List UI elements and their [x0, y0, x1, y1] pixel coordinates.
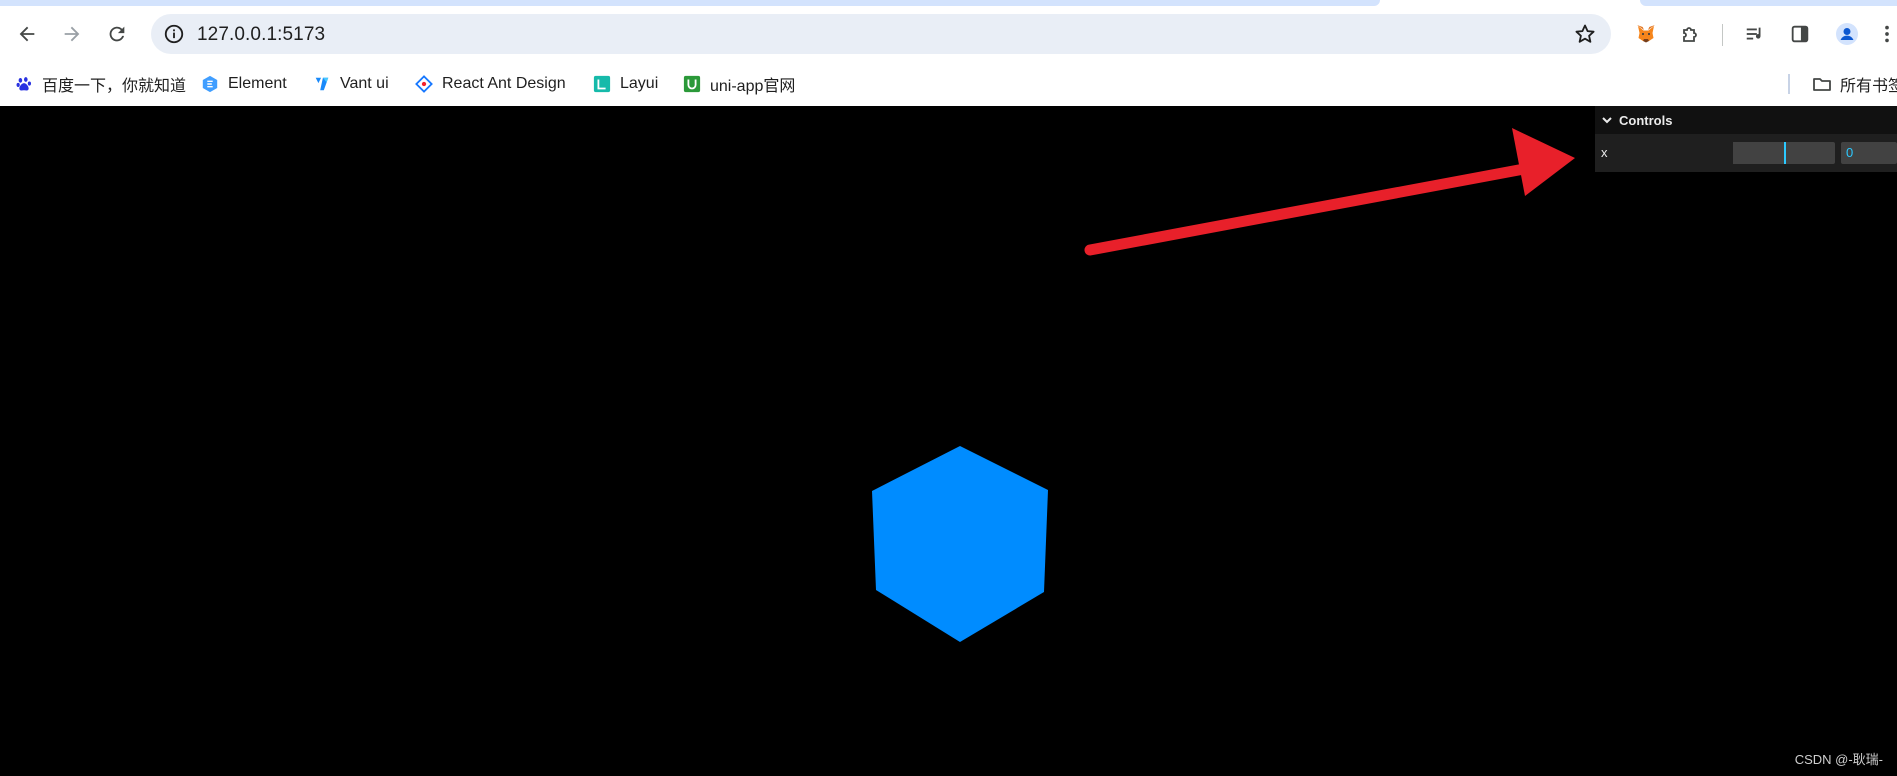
vant-logo-icon: [312, 74, 332, 94]
all-bookmarks-label: 所有书签: [1840, 78, 1897, 95]
bookmark-label: React Ant Design: [442, 75, 566, 92]
site-info-icon[interactable]: [163, 23, 185, 45]
control-label: x: [1601, 145, 1608, 160]
antd-logo-icon: [414, 74, 434, 94]
extensions-puzzle-icon[interactable]: [1677, 20, 1705, 48]
profile-avatar-icon[interactable]: [1833, 20, 1861, 48]
back-button[interactable]: [11, 18, 43, 50]
control-row-x: x 0: [1595, 138, 1897, 168]
bookmark-label: Layui: [620, 75, 659, 92]
x-slider-fill: [1733, 142, 1786, 164]
bookmark-layui[interactable]: Layui: [592, 71, 658, 97]
annotation-arrow: [1084, 128, 1575, 256]
metamask-extension-icon[interactable]: [1632, 20, 1660, 48]
uniapp-logo-icon: [682, 74, 702, 94]
media-controls-icon[interactable]: [1741, 20, 1769, 48]
toolbar-divider: [1722, 24, 1723, 46]
bookmark-label: Vant ui: [340, 75, 389, 92]
arrow-right-icon: [64, 26, 80, 42]
bookmark-star-icon[interactable]: [1573, 22, 1597, 46]
forward-button[interactable]: [56, 18, 88, 50]
layui-logo-icon: [592, 74, 612, 94]
controls-panel: Controls x 0: [1595, 106, 1897, 172]
side-panel-icon[interactable]: [1786, 20, 1814, 48]
bookmark-vant[interactable]: Vant ui: [312, 71, 389, 97]
x-slider[interactable]: [1733, 142, 1835, 164]
scene-svg: [872, 128, 1575, 642]
arrow-left-icon: [19, 26, 35, 42]
folder-icon: [1812, 74, 1832, 94]
blue-cube: [872, 446, 1048, 642]
reload-icon: [109, 26, 125, 42]
more-menu-icon[interactable]: [1877, 20, 1897, 48]
bookmarks-divider: [1788, 74, 1790, 94]
all-bookmarks-button[interactable]: 所有书签: [1812, 71, 1897, 97]
bookmark-react-antd[interactable]: React Ant Design: [414, 71, 566, 97]
bookmark-uniapp[interactable]: uni-app官网: [682, 71, 795, 97]
bookmark-label: 百度一下，你就知道: [42, 78, 187, 95]
bookmarks-bar: 百度一下，你就知道 Element Vant ui React Ant Desi…: [0, 62, 1897, 106]
webgl-canvas[interactable]: Controls x 0 CSDN @-耿瑞-: [0, 106, 1897, 776]
element-logo-icon: [200, 74, 220, 94]
baidu-paw-icon: [14, 74, 34, 94]
bookmark-baidu[interactable]: 百度一下，你就知道: [14, 71, 186, 97]
watermark: CSDN @-耿瑞-: [1794, 752, 1883, 767]
chevron-down-icon: [1602, 117, 1612, 124]
bookmark-label: uni-app官网: [710, 78, 796, 95]
x-number-input[interactable]: 0: [1841, 142, 1897, 164]
reload-button[interactable]: [101, 18, 133, 50]
controls-panel-title[interactable]: Controls: [1595, 106, 1897, 134]
url-text[interactable]: 127.0.0.1:5173: [197, 24, 325, 46]
bookmark-label: Element: [228, 75, 287, 92]
browser-toolbar: 127.0.0.1:5173: [0, 6, 1897, 62]
address-bar[interactable]: 127.0.0.1:5173: [151, 14, 1611, 54]
controls-title-text: Controls: [1619, 112, 1673, 128]
bookmark-element[interactable]: Element: [200, 71, 287, 97]
